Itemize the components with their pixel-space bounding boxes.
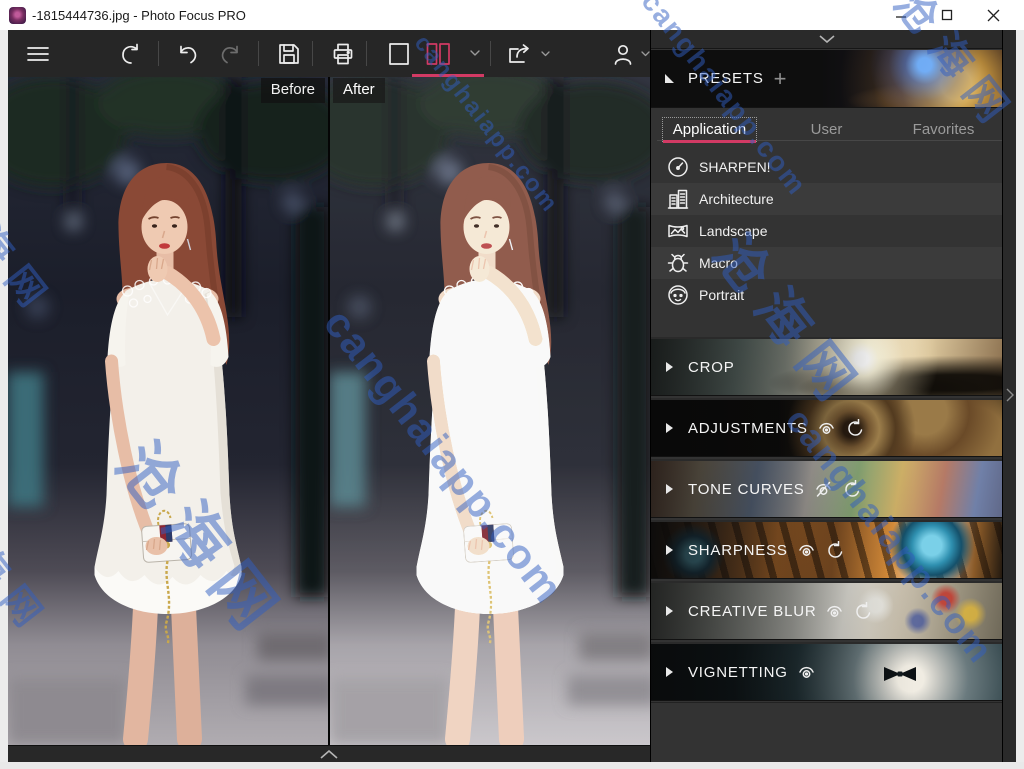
- reset-icon[interactable]: [853, 602, 872, 620]
- image-canvas: Before After: [8, 77, 650, 745]
- share-icon: [506, 41, 536, 67]
- expander-closed-icon: [666, 362, 673, 372]
- split-view-button[interactable]: [420, 30, 456, 77]
- sharpness-panel-header[interactable]: SHARPNESS: [651, 520, 1002, 579]
- sidebar-empty-area: [651, 702, 1002, 762]
- tone-curves-panel-header[interactable]: TONE CURVES: [651, 459, 1002, 518]
- redo-button[interactable]: [210, 30, 252, 77]
- toolbar-separator: [490, 41, 491, 66]
- app-icon: [9, 7, 26, 24]
- single-view-icon: [386, 40, 412, 68]
- reset-icon[interactable]: [842, 480, 861, 498]
- visibility-icon[interactable]: [797, 541, 816, 559]
- titlebar: -1815444736.jpg - Photo Focus PRO: [0, 0, 1024, 30]
- split-view-icon: [424, 40, 452, 68]
- save-button[interactable]: [268, 30, 310, 77]
- back-button[interactable]: [108, 30, 152, 77]
- share-button[interactable]: [502, 30, 554, 77]
- toolbar-separator: [312, 41, 313, 66]
- chevron-down-icon: [641, 51, 650, 57]
- maximize-button[interactable]: [924, 0, 970, 30]
- preset-landscape[interactable]: Landscape: [651, 215, 1002, 247]
- right-sidebar: PRESETS + Application User Favorites SHA…: [651, 30, 1002, 762]
- close-button[interactable]: [970, 0, 1016, 30]
- chevron-right-icon: [1006, 388, 1014, 402]
- back-icon: [116, 40, 144, 68]
- visibility-icon[interactable]: [797, 663, 816, 681]
- expander-closed-icon: [666, 667, 673, 677]
- vignetting-panel-header[interactable]: VIGNETTING: [651, 642, 1002, 701]
- crop-panel-header[interactable]: CROP: [651, 337, 1002, 396]
- preset-sharpen[interactable]: SHARPEN!: [651, 151, 1002, 183]
- account-icon: [610, 41, 636, 67]
- presets-panel-header[interactable]: PRESETS +: [651, 50, 1002, 108]
- print-button[interactable]: [322, 30, 364, 77]
- maximize-icon: [941, 9, 953, 21]
- single-view-button[interactable]: [380, 30, 418, 77]
- adjustments-panel-header[interactable]: ADJUSTMENTS: [651, 398, 1002, 457]
- save-icon: [276, 41, 302, 67]
- bug-icon: [666, 251, 690, 275]
- before-image: Before: [8, 77, 328, 745]
- add-preset-button[interactable]: +: [774, 68, 787, 90]
- toolbar: [8, 30, 650, 77]
- redo-icon: [218, 41, 244, 67]
- close-icon: [987, 9, 1000, 22]
- expander-open-icon: [665, 74, 674, 83]
- window-frame-right: [1016, 30, 1024, 762]
- app-window: -1815444736.jpg - Photo Focus PRO: [0, 0, 1024, 769]
- visibility-icon[interactable]: [817, 419, 836, 437]
- preset-macro[interactable]: Macro: [651, 247, 1002, 279]
- chevron-down-icon: [470, 50, 480, 57]
- before-label: Before: [261, 78, 325, 103]
- menu-icon: [24, 42, 52, 66]
- window-frame-left: [0, 30, 8, 762]
- visibility-icon[interactable]: [825, 602, 844, 620]
- print-icon: [330, 41, 356, 67]
- expander-closed-icon: [666, 545, 673, 555]
- visibility-off-icon[interactable]: [814, 480, 833, 498]
- workspace: Before After: [8, 30, 651, 762]
- filmstrip-toggle[interactable]: [8, 745, 650, 762]
- chevron-down-icon: [541, 51, 550, 57]
- face-icon: [666, 283, 690, 307]
- toolbar-separator: [258, 41, 259, 66]
- expander-closed-icon: [666, 484, 673, 494]
- creative-blur-panel-header[interactable]: CREATIVE BLUR: [651, 581, 1002, 640]
- preset-list: SHARPEN! Architecture Landscape Macro: [651, 151, 1002, 311]
- chevron-up-icon: [320, 750, 338, 759]
- presets-tabs: Application User Favorites: [651, 109, 1002, 149]
- account-button[interactable]: [604, 30, 656, 77]
- tab-favorites[interactable]: Favorites: [885, 109, 1002, 149]
- buildings-icon: [666, 187, 690, 211]
- toolbar-separator: [158, 41, 159, 66]
- presets-title: PRESETS: [688, 70, 764, 87]
- toolbar-separator: [366, 41, 367, 66]
- after-image: After: [330, 77, 650, 745]
- gauge-icon: [666, 155, 690, 179]
- panorama-icon: [666, 219, 690, 243]
- window-frame-bottom: [0, 762, 1024, 769]
- reset-icon[interactable]: [825, 541, 844, 559]
- minimize-icon: [895, 9, 907, 21]
- reset-icon[interactable]: [845, 419, 864, 437]
- panel-flyout-toggle[interactable]: [1003, 30, 1016, 762]
- expander-closed-icon: [666, 606, 673, 616]
- undo-button[interactable]: [166, 30, 208, 77]
- sidebar-collapse-toggle[interactable]: [651, 30, 1002, 49]
- tab-application[interactable]: Application: [651, 109, 768, 149]
- after-label: After: [333, 78, 385, 103]
- chevron-down-icon: [819, 35, 835, 43]
- tab-user[interactable]: User: [768, 109, 885, 149]
- window-title: -1815444736.jpg - Photo Focus PRO: [32, 8, 246, 23]
- preset-architecture[interactable]: Architecture: [651, 183, 1002, 215]
- split-view-dropdown[interactable]: [465, 30, 485, 77]
- active-tab-underline: [663, 140, 756, 143]
- menu-button[interactable]: [16, 30, 60, 77]
- minimize-button[interactable]: [878, 0, 924, 30]
- expander-closed-icon: [666, 423, 673, 433]
- preset-portrait[interactable]: Portrait: [651, 279, 1002, 311]
- bowtie-graphic: [883, 665, 917, 683]
- undo-icon: [174, 41, 200, 67]
